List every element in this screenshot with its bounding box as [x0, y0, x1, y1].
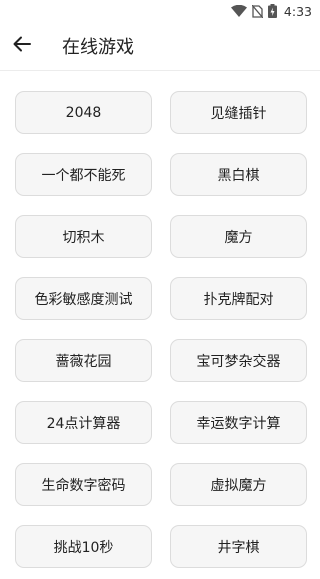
game-button-life-number[interactable]: 生命数字密码 [15, 463, 152, 506]
game-button-2048[interactable]: 2048 [15, 91, 152, 134]
status-time: 4:33 [283, 3, 312, 19]
game-button-lucky-number[interactable]: 幸运数字计算 [170, 401, 307, 444]
wifi-icon [230, 5, 247, 17]
back-button[interactable] [7, 31, 37, 61]
game-button-24-points[interactable]: 24点计算器 [15, 401, 152, 444]
game-grid: 2048 见缝插针 一个都不能死 黑白棋 切积木 魔方 色彩敏感度测试 扑克牌配… [15, 91, 307, 568]
game-button-card-match[interactable]: 扑克牌配对 [170, 277, 307, 320]
arrow-left-icon [13, 36, 31, 56]
game-button-tic-tac-toe[interactable]: 井字棋 [170, 525, 307, 568]
battery-charging-icon [267, 4, 277, 18]
game-button-rubiks-cube[interactable]: 魔方 [170, 215, 307, 258]
page-title: 在线游戏 [62, 37, 134, 58]
game-button-reversi[interactable]: 黑白棋 [170, 153, 307, 196]
game-button-virtual-cube[interactable]: 虚拟魔方 [170, 463, 307, 506]
game-button-jianfengchazhen[interactable]: 见缝插针 [170, 91, 307, 134]
game-button-slice-blocks[interactable]: 切积木 [15, 215, 152, 258]
status-bar: 4:33 [0, 0, 320, 22]
game-button-pokemon-fusion[interactable]: 宝可梦杂交器 [170, 339, 307, 382]
game-button-yigedoubunengsi[interactable]: 一个都不能死 [15, 153, 152, 196]
game-button-color-sensitivity[interactable]: 色彩敏感度测试 [15, 277, 152, 320]
game-button-10-seconds[interactable]: 挑战10秒 [15, 525, 152, 568]
app-bar: 在线游戏 [0, 22, 320, 71]
game-button-rose-garden[interactable]: 蔷薇花园 [15, 339, 152, 382]
no-sim-icon [251, 4, 263, 18]
